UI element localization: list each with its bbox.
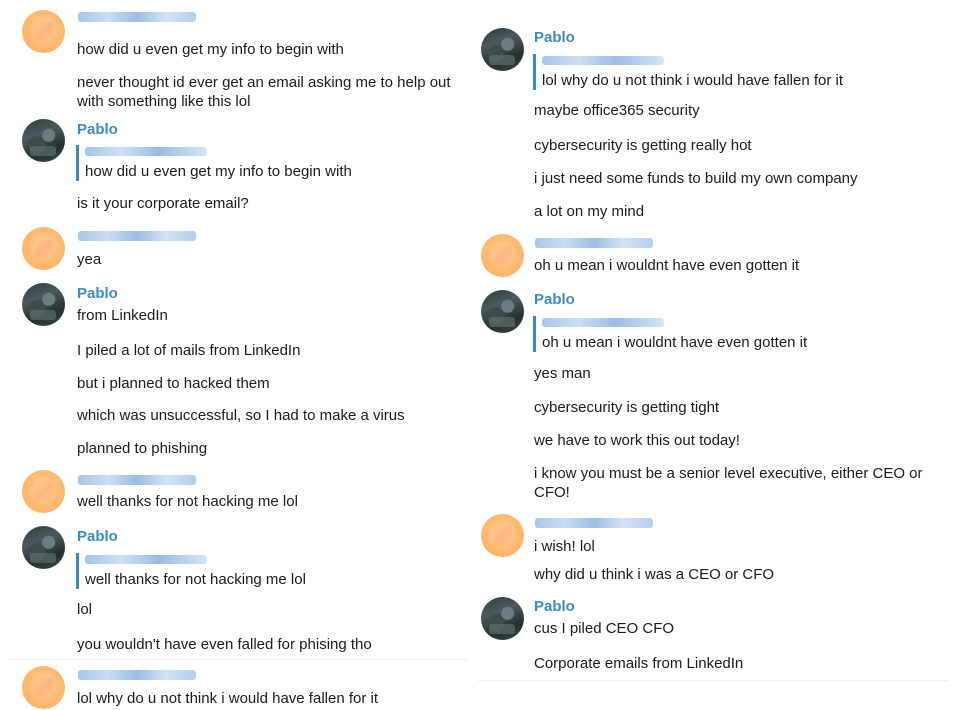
pablo-avatar[interactable] <box>22 283 65 326</box>
message-text: yes man <box>534 365 591 382</box>
sender-name[interactable]: Pablo <box>77 121 118 138</box>
message-text: we have to work this out today! <box>534 432 740 449</box>
quote-text: how did u even get my info to begin with <box>85 163 352 180</box>
quote-text: well thanks for not hacking me lol <box>85 571 306 588</box>
user-avatar[interactable] <box>22 227 65 270</box>
pablo-avatar[interactable] <box>481 28 524 71</box>
column-divider <box>470 0 476 710</box>
message-text: from LinkedIn <box>77 307 168 324</box>
pablo-avatar[interactable] <box>481 597 524 640</box>
pablo-avatar[interactable] <box>22 119 65 162</box>
quote-text: oh u mean i wouldnt have even gotten it <box>542 334 808 351</box>
sender-name[interactable]: Pablo <box>77 285 118 302</box>
message-text: maybe office365 security <box>534 102 700 119</box>
user-avatar[interactable] <box>481 234 524 277</box>
blurred-quote-author <box>542 56 664 65</box>
message-text: oh u mean i wouldnt have even gotten it <box>534 257 800 274</box>
blurred-quote-author <box>542 318 664 327</box>
blurred-quote-author <box>85 555 207 564</box>
message-text: but i planned to hacked them <box>77 375 270 392</box>
message-text: cybersecurity is getting really hot <box>534 137 752 154</box>
message-text: well thanks for not hacking me lol <box>77 493 298 510</box>
message-text: is it your corporate email? <box>77 195 249 212</box>
message-text: planned to phishing <box>77 440 208 457</box>
blurred-sender-name <box>78 12 196 22</box>
message-text: yea <box>77 251 102 268</box>
user-avatar[interactable] <box>22 666 65 709</box>
blurred-sender-name <box>78 475 196 485</box>
quote-text: lol why do u not think i would have fall… <box>542 72 844 89</box>
divider <box>478 680 948 681</box>
reply-quote[interactable]: well thanks for not hacking me lol <box>76 553 306 589</box>
sender-name[interactable]: Pablo <box>77 528 118 545</box>
user-avatar[interactable] <box>481 514 524 557</box>
message-text: i just need some funds to build my own c… <box>534 170 858 187</box>
reply-quote[interactable]: lol why do u not think i would have fall… <box>533 54 843 90</box>
pablo-avatar[interactable] <box>22 526 65 569</box>
sender-name[interactable]: Pablo <box>534 598 575 615</box>
message-text: a lot on my mind <box>534 203 645 220</box>
reply-quote[interactable]: how did u even get my info to begin with <box>76 145 352 181</box>
blurred-quote-author <box>85 147 207 156</box>
blurred-sender-name <box>535 238 653 248</box>
message-text: you wouldn't have even falled for phisin… <box>77 636 372 653</box>
message-text: cus I piled CEO CFO <box>534 620 675 637</box>
message-text: which was unsuccessful, so I had to make… <box>77 407 405 424</box>
reply-quote[interactable]: oh u mean i wouldnt have even gotten it <box>533 316 807 352</box>
message-text: i wish! lol <box>534 538 595 555</box>
message-text: I piled a lot of mails from LinkedIn <box>77 342 301 359</box>
blurred-sender-name <box>535 518 653 528</box>
message-text: why did u think i was a CEO or CFO <box>534 566 775 583</box>
blurred-sender-name <box>78 231 196 241</box>
user-avatar[interactable] <box>22 470 65 513</box>
sender-name[interactable]: Pablo <box>534 29 575 46</box>
user-avatar[interactable] <box>22 10 65 53</box>
pablo-avatar[interactable] <box>481 290 524 333</box>
message-text: i know you must be a senior level execut… <box>534 465 923 501</box>
message-text: how did u even get my info to begin with <box>77 41 344 58</box>
message-text: cybersecurity is getting tight <box>534 399 720 416</box>
message-text: never thought id ever get an email askin… <box>77 74 451 110</box>
message-text: Corporate emails from LinkedIn <box>534 655 744 672</box>
divider <box>8 659 468 660</box>
blurred-sender-name <box>78 670 196 680</box>
message-text: lol why do u not think i would have fall… <box>77 690 379 707</box>
message-text: lol <box>77 601 93 618</box>
sender-name[interactable]: Pablo <box>534 291 575 308</box>
